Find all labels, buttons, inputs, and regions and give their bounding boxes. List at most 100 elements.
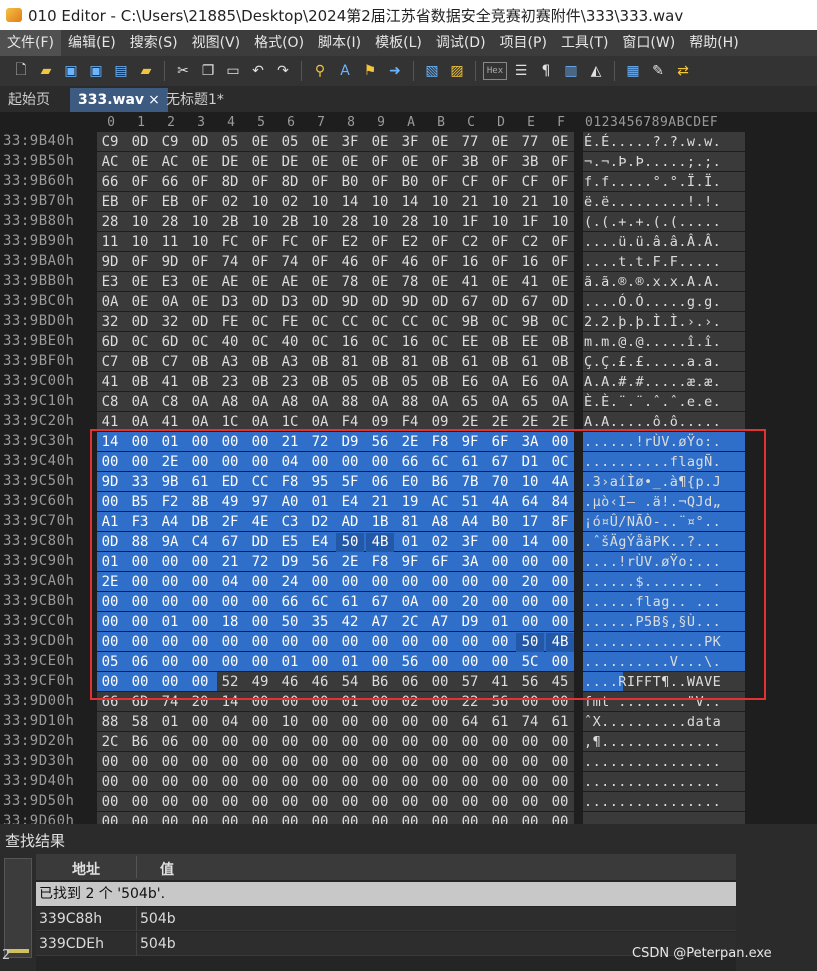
- hex-byte[interactable]: 00: [456, 773, 484, 792]
- hex-byte[interactable]: 00: [336, 753, 364, 772]
- hex-byte[interactable]: C8: [156, 393, 184, 412]
- hex-byte[interactable]: 0B: [126, 353, 154, 372]
- hex-byte[interactable]: DD: [246, 533, 274, 552]
- hex-byte[interactable]: 01: [156, 613, 184, 632]
- hex-byte[interactable]: D9: [336, 433, 364, 452]
- hex-byte[interactable]: 04: [276, 453, 304, 472]
- hex-byte[interactable]: 00: [186, 573, 214, 592]
- hex-byte[interactable]: CC: [396, 313, 424, 332]
- ascii-text[interactable]: ....Ó.Ó.....g.g.: [584, 293, 744, 312]
- hex-byte[interactable]: 00: [546, 433, 574, 452]
- hex-byte[interactable]: 46: [276, 673, 304, 692]
- ascii-text[interactable]: È.È.¨.¨.ˆ.ˆ.e.e.: [584, 393, 744, 412]
- hex-byte[interactable]: 84: [546, 493, 574, 512]
- ascii-text[interactable]: .3›aíÌø•_.à¶{p.J: [584, 473, 744, 492]
- hex-byte[interactable]: 00: [456, 573, 484, 592]
- hex-byte[interactable]: DB: [186, 513, 214, 532]
- hex-byte[interactable]: 00: [396, 573, 424, 592]
- ascii-text[interactable]: ,¶..............: [584, 733, 744, 752]
- hex-byte[interactable]: 10: [306, 193, 334, 212]
- ascii-text[interactable]: ......$....... .: [584, 573, 744, 592]
- column-value[interactable]: 值: [160, 859, 174, 879]
- hex-byte[interactable]: E4: [306, 533, 334, 552]
- hex-byte[interactable]: 00: [396, 713, 424, 732]
- hex-byte[interactable]: 9A: [156, 533, 184, 552]
- hex-byte[interactable]: 0A: [126, 413, 154, 432]
- hex-row[interactable]: 33:9D40h 00 00 00 00 00 00 00 00 00 00 00 00 00 00 00 00…: [0, 772, 760, 792]
- hex-byte[interactable]: 67: [456, 293, 484, 312]
- hex-byte[interactable]: 00: [216, 633, 244, 652]
- hex-byte[interactable]: 00: [156, 593, 184, 612]
- hex-byte[interactable]: 3F: [456, 533, 484, 552]
- hex-byte[interactable]: 1C: [276, 413, 304, 432]
- hex-byte[interactable]: 50: [276, 613, 304, 632]
- hex-byte[interactable]: 00: [516, 773, 544, 792]
- hex-byte[interactable]: 5F: [336, 473, 364, 492]
- hex-byte[interactable]: 81: [396, 513, 424, 532]
- hex-byte[interactable]: 09: [366, 413, 394, 432]
- hex-byte[interactable]: 81: [336, 353, 364, 372]
- hex-byte[interactable]: 0E: [396, 153, 424, 172]
- hex-byte[interactable]: 01: [156, 433, 184, 452]
- hex-byte[interactable]: 0B: [546, 353, 574, 372]
- hex-byte[interactable]: 00: [456, 653, 484, 672]
- hex-row[interactable]: 33:9B80h 28 10 28 10 2B 10 2B 10 28 10 28 10 1F 10 1F 10…: [0, 212, 760, 232]
- hex-byte[interactable]: 00: [96, 593, 124, 612]
- swap-icon[interactable]: ⇄: [672, 60, 694, 82]
- hex-byte[interactable]: 06: [366, 473, 394, 492]
- hex-byte[interactable]: 00: [366, 633, 394, 652]
- hex-byte[interactable]: 0F: [366, 173, 394, 192]
- ascii-text[interactable]: ã.ã.®.®.x.x.A.A.: [584, 273, 744, 292]
- hex-row[interactable]: 33:9C40h 00 00 2E 00 00 00 04 00 00 00 66 6C 61 67 D1 0C…: [0, 452, 760, 472]
- hex-byte[interactable]: 00: [516, 613, 544, 632]
- hex-byte[interactable]: 00: [336, 453, 364, 472]
- hex-byte[interactable]: 52: [216, 673, 244, 692]
- hex-row[interactable]: 33:9C60h 00 B5 F2 8B 49 97 A0 01 E4 21 19 AC 51 4A 64 84…: [0, 492, 760, 512]
- template-icon[interactable]: ✎: [647, 60, 669, 82]
- hex-byte[interactable]: 0B: [186, 353, 214, 372]
- hex-byte[interactable]: 00: [366, 713, 394, 732]
- hex-byte[interactable]: 72: [246, 553, 274, 572]
- hex-byte[interactable]: 00: [216, 733, 244, 752]
- hex-byte[interactable]: E4: [336, 493, 364, 512]
- hex-byte[interactable]: 58: [126, 713, 154, 732]
- hex-byte[interactable]: 0E: [486, 273, 514, 292]
- ascii-text[interactable]: ¡ó¤Û/NÃÒ-..¨¤°..: [584, 513, 744, 532]
- hex-byte[interactable]: 0E: [246, 133, 274, 152]
- hex-byte[interactable]: 0D: [126, 133, 154, 152]
- ascii-text[interactable]: ................: [584, 813, 744, 824]
- hex-row[interactable]: 33:9BA0h 9D 0F 9D 0F 74 0F 74 0F 46 0F 46 0F 16 0F 16 0F…: [0, 252, 760, 272]
- hex-byte[interactable]: 0E: [246, 273, 274, 292]
- hex-byte[interactable]: 00: [186, 613, 214, 632]
- hex-byte[interactable]: 00: [126, 433, 154, 452]
- hex-byte[interactable]: 0E: [366, 273, 394, 292]
- hex-byte[interactable]: 00: [456, 753, 484, 772]
- ascii-text[interactable]: f.f.....°.°.Ï.Ï.: [584, 173, 744, 192]
- hex-byte[interactable]: 23: [216, 373, 244, 392]
- hex-byte[interactable]: F8: [366, 553, 394, 572]
- hex-byte[interactable]: 00: [246, 613, 274, 632]
- hex-byte[interactable]: 0E: [246, 153, 274, 172]
- hex-byte[interactable]: E6: [516, 373, 544, 392]
- hex-byte[interactable]: 00: [96, 633, 124, 652]
- hex-byte[interactable]: 4A: [486, 493, 514, 512]
- hex-byte[interactable]: 00: [156, 573, 184, 592]
- hex-byte[interactable]: 0F: [486, 233, 514, 252]
- hex-byte[interactable]: 10: [516, 473, 544, 492]
- hex-byte[interactable]: 1F: [456, 213, 484, 232]
- hex-byte[interactable]: 00: [336, 773, 364, 792]
- hex-row[interactable]: 33:9CD0h 00 00 00 00 00 00 00 00 00 00 00 00 00 00 50 4B…: [0, 632, 760, 652]
- hex-byte[interactable]: A8: [276, 393, 304, 412]
- hex-byte[interactable]: 41: [96, 373, 124, 392]
- hex-byte[interactable]: 0E: [306, 153, 334, 172]
- ascii-text[interactable]: A.A.#.#.....æ.æ.: [584, 373, 744, 392]
- table-row[interactable]: 339C88h 504b: [36, 907, 736, 931]
- hex-byte[interactable]: 21: [366, 493, 394, 512]
- hex-byte[interactable]: 00: [306, 753, 334, 772]
- ascii-text[interactable]: ¬.¬.Þ.Þ.....;.;.: [584, 153, 744, 172]
- hex-byte[interactable]: 0B: [126, 373, 154, 392]
- hex-row[interactable]: 33:9BD0h 32 0D 32 0D FE 0C FE 0C CC 0C CC 0C 9B 0C 9B 0C…: [0, 312, 760, 332]
- hex-byte[interactable]: 17: [516, 513, 544, 532]
- hex-byte[interactable]: 00: [216, 653, 244, 672]
- hex-byte[interactable]: AE: [276, 273, 304, 292]
